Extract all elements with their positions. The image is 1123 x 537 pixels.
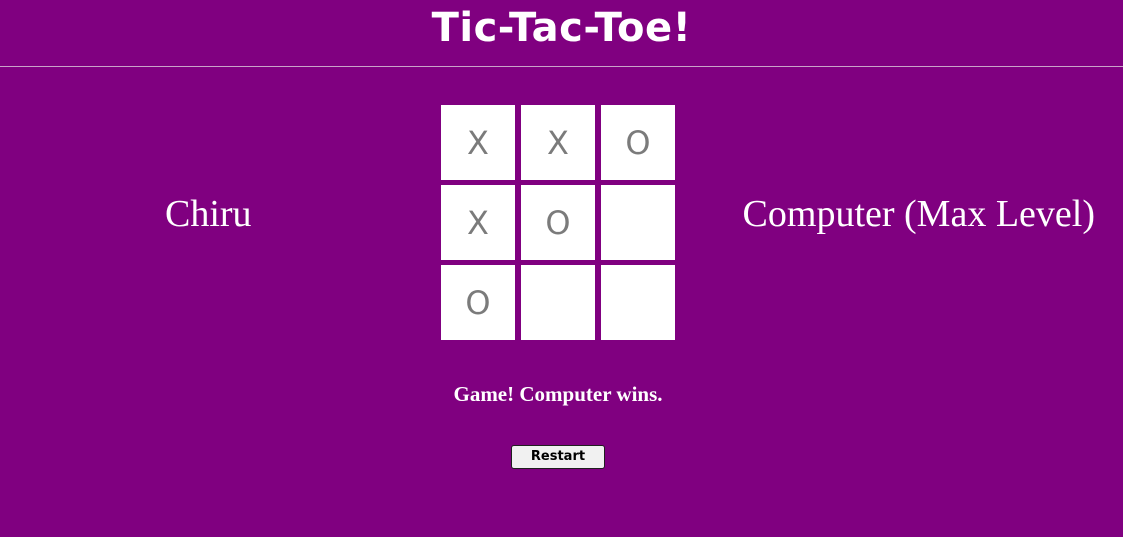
game-status: Game! Computer wins. xyxy=(453,382,663,406)
game-header: Tic-Tac-Toe! xyxy=(0,0,1123,67)
page-title: Tic-Tac-Toe! xyxy=(431,5,692,51)
board-cell-4[interactable]: X xyxy=(441,185,515,260)
board-cell-7[interactable]: O xyxy=(441,265,515,340)
board-cell-6[interactable] xyxy=(601,185,675,260)
player-two-name: Computer (Max Level) xyxy=(742,193,1095,235)
game-board: X X O X O O xyxy=(441,105,675,340)
board-cell-5[interactable]: O xyxy=(521,185,595,260)
board-cell-2[interactable]: X xyxy=(521,105,595,180)
player-one-name: Chiru xyxy=(165,193,252,235)
board-cell-9[interactable] xyxy=(601,265,675,340)
board-cell-1[interactable]: X xyxy=(441,105,515,180)
restart-button[interactable]: Restart xyxy=(511,445,605,469)
board-cell-8[interactable] xyxy=(521,265,595,340)
board-cell-3[interactable]: O xyxy=(601,105,675,180)
